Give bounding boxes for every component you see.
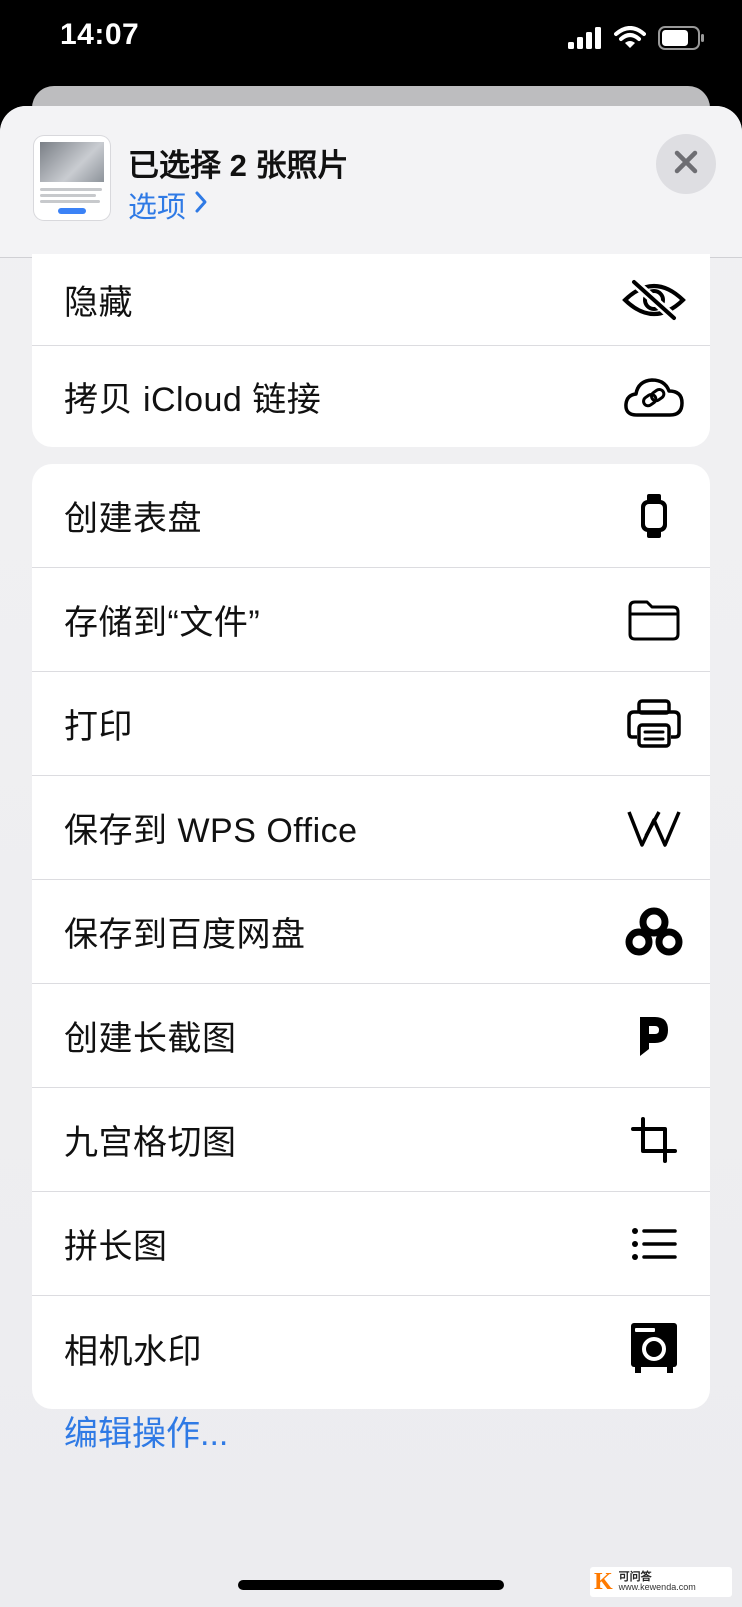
options-label: 选项 (128, 192, 187, 224)
wps-icon (622, 796, 686, 860)
list-icon (622, 1212, 686, 1276)
action-label: 保存到百度网盘 (64, 916, 306, 954)
camera-watermark-icon (622, 1316, 686, 1380)
eye-slash-icon (622, 268, 686, 332)
edit-actions-link[interactable]: 编辑操作... (64, 1406, 228, 1455)
action-label: 相机水印 (64, 1332, 202, 1371)
action-hide[interactable]: 隐藏 (32, 254, 710, 346)
printer-icon (622, 692, 686, 756)
watch-icon (622, 484, 686, 548)
action-create-long-screenshot[interactable]: 创建长截图 (32, 984, 710, 1088)
action-print[interactable]: 打印 (32, 672, 710, 776)
action-label: 打印 (64, 708, 133, 746)
close-icon (673, 149, 699, 180)
folder-icon (622, 588, 686, 652)
action-label: 拼长图 (64, 1228, 168, 1266)
action-save-to-files[interactable]: 存储到“文件” (32, 568, 710, 672)
signal-icon (568, 27, 602, 54)
watermark-logo-letter: K (594, 1568, 613, 1595)
action-label: 九宫格切图 (64, 1124, 237, 1162)
close-button[interactable] (656, 134, 716, 194)
crop-icon (622, 1108, 686, 1172)
action-camera-watermark[interactable]: 相机水印 (32, 1296, 710, 1400)
actions-group-1: 隐藏 拷贝 iCloud 链接 (32, 254, 710, 447)
action-label: 保存到 WPS Office (64, 812, 358, 850)
actions-group-2: 创建表盘 存储到“文件” 打印 保存到 WPS Office 保存到百度网盘 创… (32, 464, 710, 1409)
home-indicator[interactable] (238, 1580, 504, 1590)
action-save-to-baidu[interactable]: 保存到百度网盘 (32, 880, 710, 984)
action-grid-crop[interactable]: 九宫格切图 (32, 1088, 710, 1192)
site-watermark: K 可问答 www.kewenda.com (590, 1567, 732, 1597)
action-stitch-long-image[interactable]: 拼长图 (32, 1192, 710, 1296)
action-label: 存储到“文件” (64, 604, 261, 642)
status-icons (568, 26, 706, 55)
action-create-watch-face[interactable]: 创建表盘 (32, 464, 710, 568)
selection-title: 已选择 2 张照片 (128, 148, 349, 183)
watermark-url: www.kewenda.com (618, 1582, 696, 1592)
baidu-netdisk-icon (622, 900, 686, 964)
chevron-right-icon (194, 189, 208, 222)
action-label: 隐藏 (64, 284, 133, 322)
share-sheet: 已选择 2 张照片 选项 隐藏 拷贝 iCloud 链接 创建表盘 存储到“文件… (0, 106, 742, 1607)
status-time: 14:07 (60, 18, 140, 51)
wifi-icon (614, 26, 646, 55)
share-sheet-header: 已选择 2 张照片 选项 (0, 106, 742, 258)
picsew-icon (622, 1004, 686, 1068)
status-bar: 14:07 (0, 0, 742, 88)
action-save-to-wps[interactable]: 保存到 WPS Office (32, 776, 710, 880)
cloud-link-icon (622, 365, 686, 429)
action-label: 创建表盘 (64, 500, 202, 538)
action-copy-icloud-link[interactable]: 拷贝 iCloud 链接 (32, 346, 710, 447)
action-label: 创建长截图 (64, 1020, 237, 1058)
options-link[interactable]: 选项 (128, 184, 208, 226)
action-label: 拷贝 iCloud 链接 (64, 381, 322, 419)
battery-icon (658, 26, 706, 55)
photo-thumbnail (34, 136, 110, 220)
